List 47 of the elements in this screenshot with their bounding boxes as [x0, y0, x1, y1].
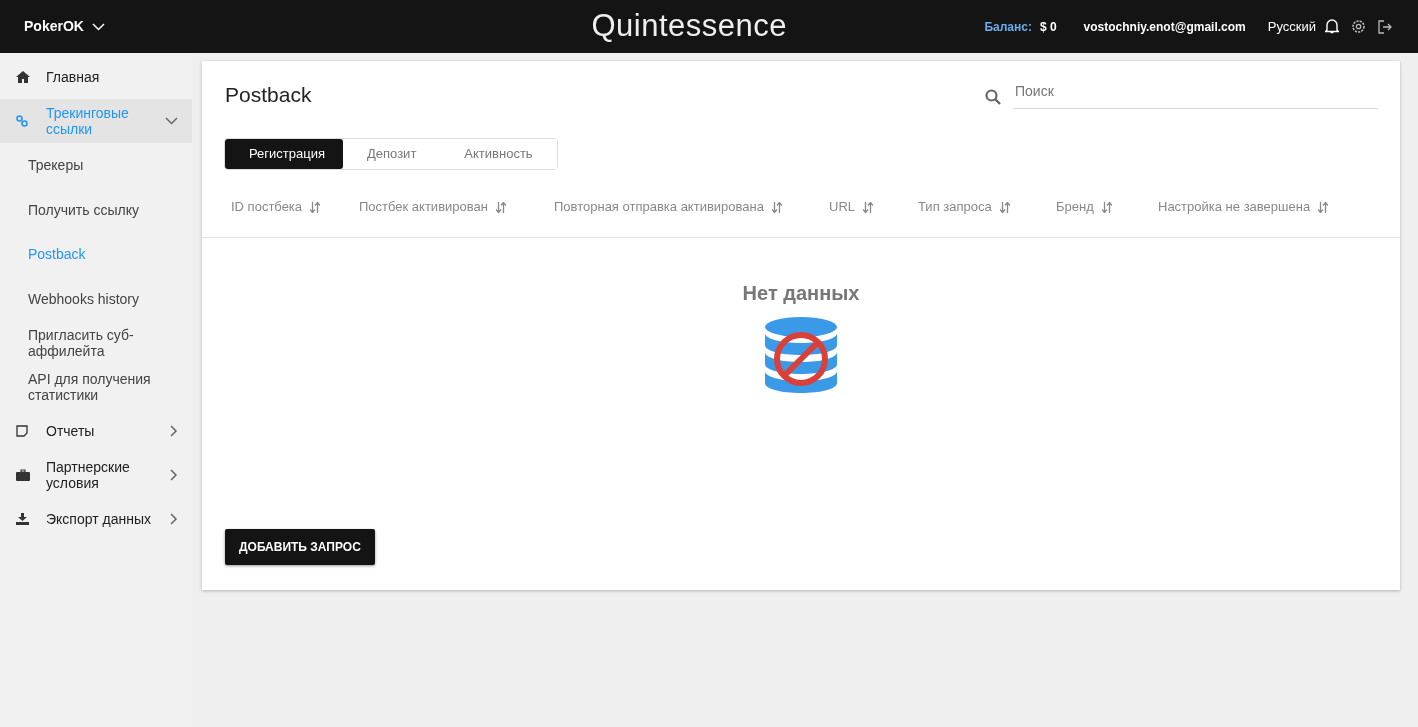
balance-label: Баланс: [984, 18, 1032, 36]
user-email[interactable]: vostochniy.enot@gmail.com [1083, 17, 1246, 36]
sidebar-subitem[interactable]: API для получения статистики [0, 370, 192, 404]
search-icon [985, 88, 1001, 105]
sidebar-item[interactable]: Партнерские условия [0, 453, 192, 497]
sidebar-subitem[interactable]: Трекеры [0, 157, 98, 174]
column-header[interactable]: Тип запроса [918, 197, 1056, 217]
app-title: Quintessence [590, 7, 788, 46]
balance-value: $ 0 [1039, 18, 1057, 36]
column-header[interactable]: Настройка не завершена [1158, 197, 1329, 217]
link-icon [16, 115, 30, 127]
column-header[interactable]: Постбек активирован [359, 197, 554, 217]
sort-icon [999, 201, 1010, 213]
sidebar-item[interactable]: Экспорт данных [0, 497, 192, 541]
sidebar-item[interactable]: Отчеты [0, 409, 192, 453]
sidebar-subitem[interactable]: Получить ссылку [0, 201, 153, 218]
sort-icon [310, 201, 321, 213]
sidebar-subitem[interactable]: Пригласить суб-аффилейта [0, 326, 192, 360]
column-header[interactable]: ID постбека [231, 197, 359, 217]
sort-icon [771, 201, 782, 213]
caret-icon [91, 22, 105, 31]
column-header[interactable]: URL [829, 197, 918, 217]
briefcase-icon [16, 469, 30, 481]
brand-dropdown[interactable]: PokerOK [24, 16, 224, 37]
notification-icon[interactable] [1325, 19, 1339, 34]
chevron-down-icon [165, 117, 178, 125]
settings-icon[interactable] [1351, 19, 1366, 34]
language-selector[interactable]: Русский [1267, 16, 1316, 37]
tab[interactable]: Регистрация [225, 138, 343, 169]
sort-icon [495, 201, 506, 213]
chevron-right-icon [170, 513, 178, 525]
sidebar-subitem[interactable]: Webhooks history [0, 290, 153, 307]
sidebar-item[interactable]: Главная [0, 55, 192, 99]
logout-icon[interactable] [1378, 19, 1392, 34]
chevron-right-icon [170, 469, 178, 481]
add-request-button[interactable]: ДОБАВИТЬ ЗАПРОС [225, 529, 375, 565]
home-icon [16, 71, 30, 83]
empty-state-text: Нет данных [742, 280, 860, 306]
column-header[interactable]: Бренд [1056, 197, 1158, 217]
sort-icon [863, 201, 873, 213]
note-icon [16, 425, 30, 437]
page-title: Postback [225, 82, 312, 108]
sort-icon [1101, 201, 1112, 213]
download-icon [16, 513, 30, 525]
column-header[interactable]: Повторная отправка активирована [554, 197, 829, 217]
chevron-right-icon [170, 425, 178, 437]
sort-icon [1318, 201, 1329, 213]
